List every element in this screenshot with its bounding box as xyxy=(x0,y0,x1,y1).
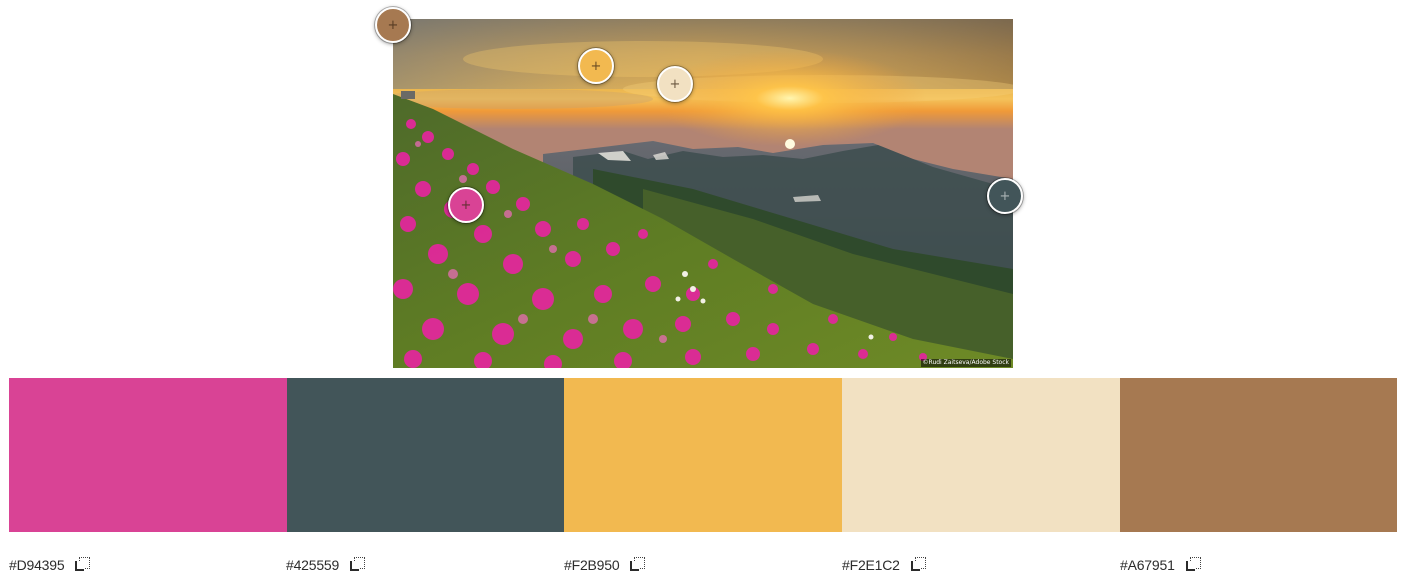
crosshair-icon: + xyxy=(999,188,1011,204)
crosshair-icon: + xyxy=(669,76,681,92)
copy-icon[interactable] xyxy=(910,556,928,574)
source-image: ©Rudi Zaitseva/Adobe Stock xyxy=(393,19,1013,368)
swatch-1[interactable] xyxy=(9,378,287,532)
swatch-4[interactable] xyxy=(842,378,1120,532)
crosshair-icon: + xyxy=(460,197,472,213)
swatch-5[interactable] xyxy=(1120,378,1397,532)
landscape-illustration xyxy=(393,19,1013,368)
color-extractor: ©Rudi Zaitseva/Adobe Stock + + + + + #D9… xyxy=(0,0,1405,585)
picker-cream[interactable]: + xyxy=(657,66,693,102)
hex-value[interactable]: #D94395 xyxy=(9,557,65,573)
hex-code-3: #F2B950 xyxy=(564,553,647,577)
palette-swatches xyxy=(9,378,1397,532)
picker-brown[interactable]: + xyxy=(375,7,411,43)
swatch-3[interactable] xyxy=(564,378,842,532)
palette-hex-codes: #D94395 #425559 #F2B950 #F2E1C2 #A67951 xyxy=(9,553,1397,577)
picker-pink[interactable]: + xyxy=(448,187,484,223)
hex-value[interactable]: #425559 xyxy=(286,557,339,573)
swatch-2[interactable] xyxy=(287,378,564,532)
hex-code-1: #D94395 xyxy=(9,553,92,577)
crosshair-icon: + xyxy=(590,58,602,74)
hex-code-5: #A67951 xyxy=(1120,553,1203,577)
copy-icon[interactable] xyxy=(629,556,647,574)
hex-value[interactable]: #F2B950 xyxy=(564,557,620,573)
hex-code-2: #425559 xyxy=(286,553,367,577)
image-credit: ©Rudi Zaitseva/Adobe Stock xyxy=(920,359,1011,367)
hex-code-4: #F2E1C2 xyxy=(842,553,928,577)
copy-icon[interactable] xyxy=(349,556,367,574)
copy-icon[interactable] xyxy=(1185,556,1203,574)
picker-slate[interactable]: + xyxy=(987,178,1023,214)
copy-icon[interactable] xyxy=(74,556,92,574)
hex-value[interactable]: #F2E1C2 xyxy=(842,557,900,573)
hex-value[interactable]: #A67951 xyxy=(1120,557,1175,573)
picker-yellow[interactable]: + xyxy=(578,48,614,84)
crosshair-icon: + xyxy=(387,17,399,33)
